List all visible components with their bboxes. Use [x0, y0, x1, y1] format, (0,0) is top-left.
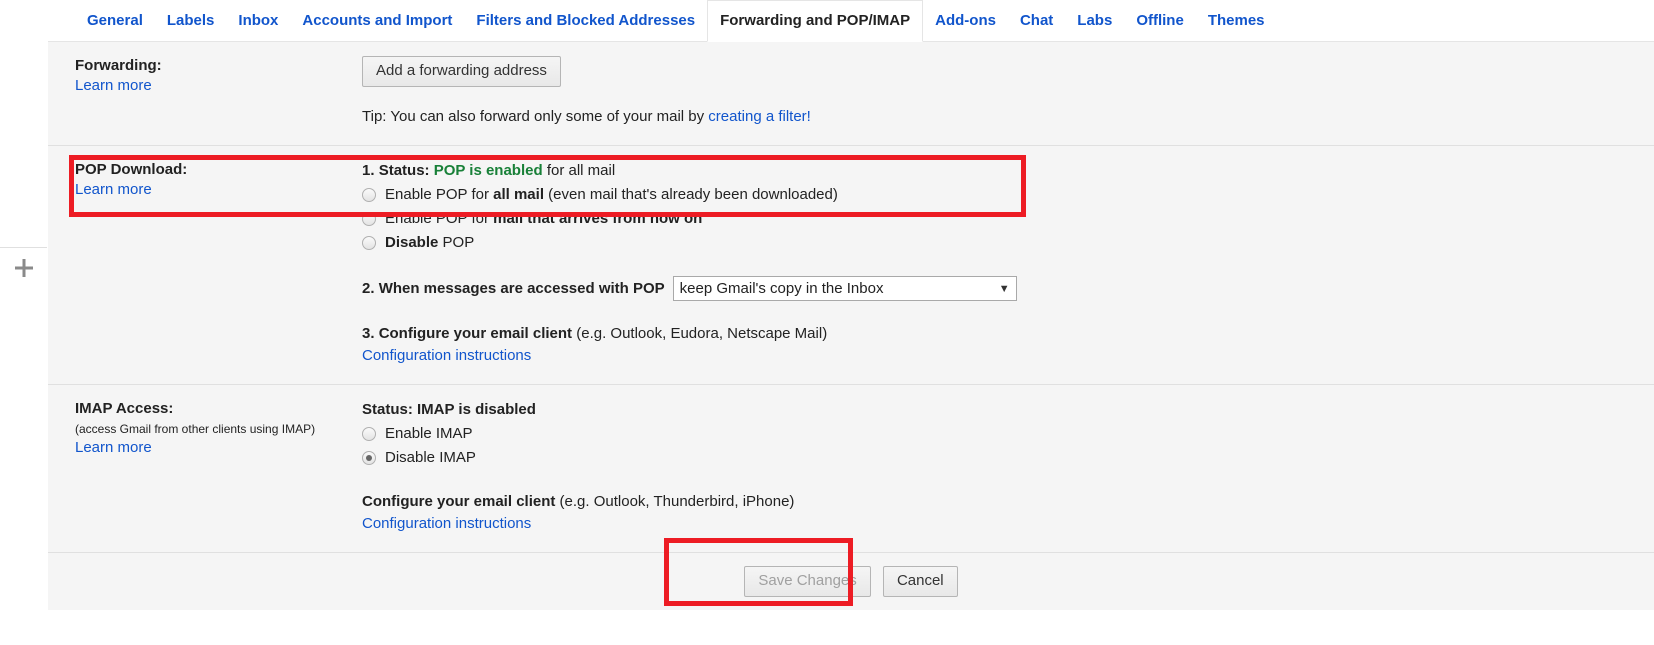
tab-accounts-and-import[interactable]: Accounts and Import: [290, 0, 464, 42]
imap-option-disable[interactable]: Disable IMAP: [362, 447, 1644, 469]
imap-configuration-instructions-link[interactable]: Configuration instructions: [362, 513, 1644, 534]
imap-access-title: IMAP Access:: [75, 400, 174, 417]
forwarding-section: Forwarding: Learn more Add a forwarding …: [48, 42, 1654, 146]
forwarding-body-cell: Add a forwarding address Tip: You can al…: [362, 42, 1654, 146]
imap-configure-line: Configure your email client (e.g. Outloo…: [362, 491, 1644, 534]
imap-configure-hint: (e.g. Outlook, Thunderbird, iPhone): [559, 493, 795, 510]
settings-tabstrip: General Labels Inbox Accounts and Import…: [48, 0, 1654, 42]
forwarding-label-cell: Forwarding: Learn more: [48, 42, 362, 146]
tab-forwarding-and-pop-imap[interactable]: Forwarding and POP/IMAP: [707, 0, 924, 42]
pop-configuration-instructions-link[interactable]: Configuration instructions: [362, 345, 1644, 366]
tab-filters-and-blocked-addresses[interactable]: Filters and Blocked Addresses: [464, 0, 707, 42]
settings-table: Forwarding: Learn more Add a forwarding …: [48, 42, 1654, 552]
tab-themes[interactable]: Themes: [1196, 0, 1277, 42]
tab-general[interactable]: General: [75, 0, 155, 42]
rail-divider: [0, 247, 47, 248]
plus-icon[interactable]: [12, 256, 36, 280]
forwarding-tip-text: Tip: You can also forward only some of y…: [362, 108, 709, 125]
pop-option-disable-label: Disable POP: [385, 234, 475, 251]
pop-access-select-value: keep Gmail's copy in the Inbox: [679, 280, 884, 297]
radio-pop-disable[interactable]: [362, 236, 376, 250]
radio-imap-enable[interactable]: [362, 427, 376, 441]
pop-access-select[interactable]: keep Gmail's copy in the Inbox ▼: [672, 276, 1017, 301]
pop-configure-hint: (e.g. Outlook, Eudora, Netscape Mail): [576, 325, 828, 342]
pop-option-from-now-on[interactable]: Enable POP for mail that arrives from no…: [362, 208, 1644, 230]
radio-imap-disable[interactable]: [362, 451, 376, 465]
chevron-down-icon: ▼: [998, 282, 1010, 295]
pop-configure-label: Configure your email client: [378, 325, 573, 342]
add-forwarding-address-button[interactable]: Add a forwarding address: [362, 56, 561, 87]
radio-pop-all-mail[interactable]: [362, 188, 376, 202]
imap-option-enable-label: Enable IMAP: [385, 425, 473, 442]
tab-add-ons[interactable]: Add-ons: [923, 0, 1008, 42]
imap-configure-label: Configure your email client: [362, 493, 556, 510]
pop-access-label: 2. When messages are accessed with POP: [362, 280, 665, 297]
forwarding-tip: Tip: You can also forward only some of y…: [362, 107, 1644, 127]
pop-option-from-now-on-label: Enable POP for mail that arrives from no…: [385, 210, 703, 227]
pop-learn-more-link[interactable]: Learn more: [75, 181, 152, 198]
pop-status-value: POP is enabled: [433, 162, 543, 179]
imap-option-disable-label: Disable IMAP: [385, 449, 476, 466]
left-rail: [0, 0, 48, 645]
pop-status-label: Status:: [378, 162, 430, 179]
pop-label-cell: POP Download: Learn more: [48, 145, 362, 385]
imap-label-cell: IMAP Access: (access Gmail from other cl…: [48, 384, 362, 552]
tab-chat[interactable]: Chat: [1008, 0, 1065, 42]
save-changes-button[interactable]: Save Changes: [744, 566, 871, 597]
imap-access-note: (access Gmail from other clients using I…: [75, 422, 316, 436]
pop-option-all-mail-label: Enable POP for all mail (even mail that'…: [385, 186, 838, 203]
imap-option-enable[interactable]: Enable IMAP: [362, 423, 1644, 445]
tab-inbox[interactable]: Inbox: [226, 0, 290, 42]
tab-offline[interactable]: Offline: [1124, 0, 1196, 42]
settings-panel: General Labels Inbox Accounts and Import…: [48, 0, 1654, 645]
pop-status-suffix: for all mail: [546, 162, 616, 179]
pop-access-row: 2. When messages are accessed with POP k…: [362, 276, 1644, 301]
radio-pop-from-now-on[interactable]: [362, 212, 376, 226]
pop-option-disable[interactable]: Disable POP: [362, 232, 1644, 254]
imap-status: Status: IMAP is disabled: [362, 401, 536, 418]
pop-status-line: 1. Status: POP is enabled for all mail: [362, 160, 1644, 182]
creating-a-filter-link[interactable]: creating a filter!: [708, 108, 811, 125]
pop-status-number: 1.: [362, 162, 375, 179]
pop-configure-line: 3. Configure your email client (e.g. Out…: [362, 323, 1644, 366]
imap-learn-more-link[interactable]: Learn more: [75, 439, 152, 456]
pop-download-title: POP Download:: [75, 161, 188, 178]
cancel-button[interactable]: Cancel: [882, 566, 958, 597]
pop-configure-number: 3.: [362, 325, 375, 342]
imap-access-section: IMAP Access: (access Gmail from other cl…: [48, 384, 1654, 552]
forwarding-title: Forwarding:: [75, 57, 162, 74]
pop-download-section: POP Download: Learn more 1. Status: POP …: [48, 145, 1654, 385]
imap-body-cell: Status: IMAP is disabled Enable IMAP Dis…: [362, 384, 1654, 552]
pop-body-cell: 1. Status: POP is enabled for all mail E…: [362, 145, 1654, 385]
tab-labs[interactable]: Labs: [1065, 0, 1124, 42]
settings-footer: Save Changes Cancel: [48, 552, 1654, 610]
forwarding-learn-more-link[interactable]: Learn more: [75, 77, 152, 94]
pop-option-all-mail[interactable]: Enable POP for all mail (even mail that'…: [362, 184, 1644, 206]
tab-labels[interactable]: Labels: [155, 0, 227, 42]
